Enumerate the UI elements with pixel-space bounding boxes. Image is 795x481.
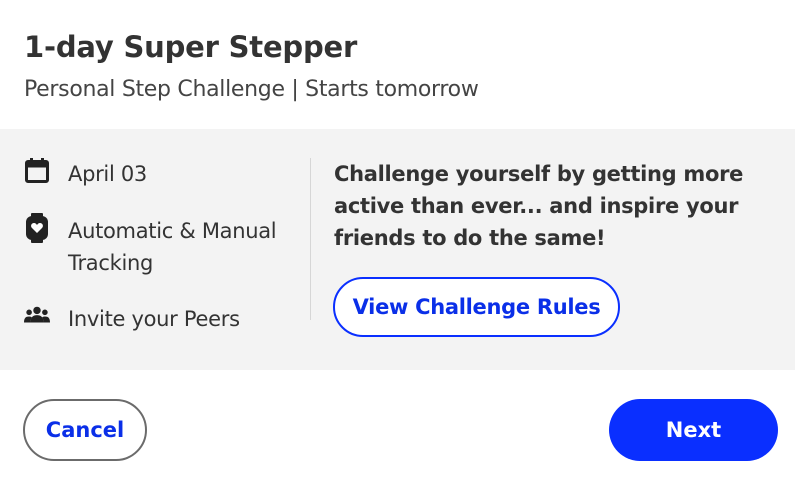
smartwatch-heart-icon — [24, 213, 50, 243]
view-challenge-rules-button[interactable]: View Challenge Rules — [333, 277, 620, 337]
cancel-button[interactable]: Cancel — [23, 399, 147, 461]
dialog-subtitle: Personal Step Challenge | Starts tomorro… — [24, 77, 479, 102]
feature-date-label: April 03 — [68, 162, 147, 186]
challenge-description: Challenge yourself by getting more activ… — [334, 162, 744, 250]
next-button[interactable]: Next — [609, 399, 778, 461]
panel-divider — [310, 158, 311, 320]
feature-tracking: Automatic & Manual Tracking — [24, 213, 298, 279]
feature-invite-label: Invite your Peers — [68, 307, 240, 331]
feature-invite: Invite your Peers — [24, 303, 298, 335]
feature-date: April 03 — [24, 158, 298, 190]
people-group-icon — [24, 303, 50, 329]
dialog-title: 1-day Super Stepper — [24, 30, 358, 64]
calendar-icon — [24, 158, 50, 184]
feature-tracking-label: Automatic & Manual Tracking — [68, 219, 277, 275]
